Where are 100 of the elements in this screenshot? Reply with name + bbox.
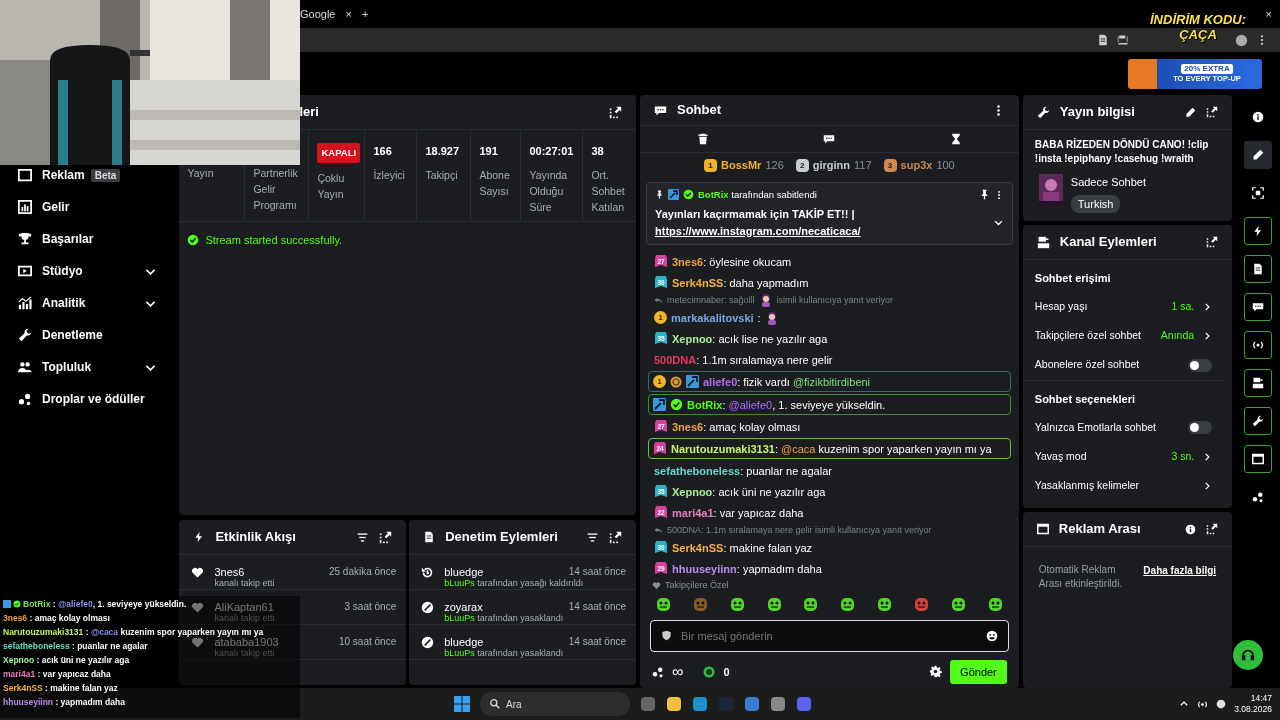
edit-icon[interactable] — [1185, 106, 1197, 118]
category-name[interactable]: Sadece Sohbet — [1070, 174, 1147, 191]
username[interactable]: bluedge — [444, 566, 484, 578]
rail-button[interactable] — [1244, 293, 1273, 321]
chat-icon[interactable] — [823, 133, 836, 146]
moderator-icon — [653, 398, 666, 411]
emote-icon[interactable] — [840, 596, 856, 612]
section-heading: Sohbet erişimi — [1033, 271, 1112, 286]
setting-label[interactable]: Takipçilere özel sohbet — [1034, 328, 1142, 344]
emote-icon[interactable] — [950, 596, 966, 612]
username[interactable]: markakalitovski — [671, 310, 754, 325]
trash-icon[interactable] — [697, 133, 710, 146]
language-tag[interactable]: Turkish — [1070, 194, 1121, 213]
banner-headline: 20% EXTRA — [1181, 63, 1233, 74]
username[interactable]: AliKaptan61 — [214, 601, 274, 613]
rail-button[interactable] — [1244, 255, 1273, 283]
timestamp: 25 dakika önce — [328, 566, 397, 578]
clock-time: 14:47 — [1249, 693, 1272, 704]
window-close-button[interactable]: × — [1265, 5, 1272, 23]
dots-icon — [1252, 491, 1265, 503]
sidebar-item[interactable]: Topluluk — [0, 359, 176, 375]
verified-icon — [683, 189, 694, 201]
expand-icon[interactable] — [609, 530, 622, 544]
expand-icon[interactable] — [1206, 236, 1219, 248]
tab-title[interactable]: Google — [300, 5, 336, 23]
sidebar-item[interactable]: Reklam Beta — [0, 167, 176, 183]
sidebar-item[interactable]: Stüdyo — [0, 263, 176, 279]
profile-icon[interactable] — [1235, 33, 1248, 47]
emote-icon[interactable] — [729, 596, 745, 612]
sidebar-item[interactable]: Başarılar — [0, 231, 176, 247]
setting-label[interactable]: Hesap yaşı — [1034, 299, 1088, 315]
support-button[interactable] — [1233, 640, 1263, 670]
more-info-link[interactable]: Daha fazla bilgi — [1143, 563, 1217, 578]
leaderboard-user[interactable]: girginn — [812, 157, 851, 174]
reply-context: metecimnaber: sağolll — [667, 294, 755, 307]
expand-icon[interactable] — [1206, 523, 1219, 535]
settings-icon[interactable] — [929, 665, 943, 679]
emote-icon[interactable] — [877, 596, 893, 612]
search-field[interactable]: Ara — [480, 692, 630, 716]
emote-icon[interactable] — [656, 596, 671, 612]
tab-close-button[interactable]: × — [345, 5, 352, 23]
rail-button[interactable] — [1244, 331, 1273, 359]
chat-icon — [654, 103, 667, 117]
new-tab-button[interactable]: + — [361, 5, 369, 23]
tray-chevron-icon[interactable] — [1179, 699, 1190, 709]
chat-message: sefatheboneless: puanlar ne agalar — [654, 463, 832, 478]
sidebar-item[interactable]: Gelir — [0, 199, 176, 215]
sidebar-item[interactable]: Droplar ve ödüller — [0, 391, 176, 407]
setting-label[interactable]: Yasaklanmış kelimeler — [1034, 477, 1140, 494]
username[interactable]: 3nes6 — [214, 566, 245, 578]
rail-button[interactable] — [1244, 369, 1273, 397]
reply-context: isimli kullanıcıya yanıt veriyor — [776, 294, 894, 307]
rail-button[interactable] — [1244, 445, 1273, 473]
panel-title: Kanal Eylemleri — [1059, 233, 1158, 252]
filter-icon[interactable] — [586, 530, 599, 544]
overlay-chat-line: Narutouzumaki3131 : @caca kuzenim spor yaparken yayın mı ya — [3, 627, 264, 637]
emote-icon[interactable] — [803, 596, 819, 612]
start-icon[interactable] — [454, 696, 470, 712]
sidebar-item[interactable]: Denetleme — [0, 327, 176, 343]
emote-icon[interactable] — [766, 596, 782, 612]
emote-icon[interactable] — [914, 596, 929, 612]
filter-icon[interactable] — [356, 530, 370, 544]
ban-icon — [421, 636, 435, 649]
expand-icon[interactable] — [379, 530, 393, 544]
leaderboard-user[interactable]: sup3x — [900, 157, 933, 174]
ad-break-text: Otomatik Reklam Arası etkinleştirildi. — [1038, 563, 1124, 591]
hourglass-icon[interactable] — [949, 133, 962, 146]
rail-button[interactable] — [1244, 141, 1273, 169]
section-heading: Sohbet seçenekleri — [1033, 391, 1137, 407]
score: 126 — [765, 158, 784, 174]
toggle-switch[interactable] — [1188, 358, 1213, 372]
panel-title: Yayın bilgisi — [1059, 103, 1136, 122]
emoji-icon[interactable] — [985, 629, 998, 642]
shield-icon[interactable] — [661, 629, 672, 641]
activity-text: kanalı takip etti — [214, 648, 275, 658]
info-icon[interactable] — [1185, 523, 1197, 535]
rail-button[interactable] — [1244, 407, 1273, 435]
setting-label[interactable]: Yavaş mod — [1034, 448, 1087, 465]
message-input[interactable]: Bir mesaj gönderin — [650, 619, 1009, 652]
send-button[interactable]: Gönder — [950, 659, 1007, 684]
chat-message: Serk4nSS: makine falan yaz — [672, 540, 813, 555]
toggle-switch[interactable] — [1188, 421, 1213, 434]
panel-title: Etkinlik Akışı — [215, 528, 297, 547]
chat-message: 500DNA: 1.1m sıralamaya nere gelir — [654, 352, 833, 367]
username[interactable]: bluedge — [444, 636, 484, 648]
emote-icon[interactable] — [987, 596, 1003, 612]
sidebar-label: Stüdyo — [42, 263, 84, 280]
leaderboard-user[interactable]: BossMr — [721, 157, 762, 174]
stat-label: Partnerlik Gelir Programı — [253, 166, 299, 213]
instagram-link[interactable]: https://www.instagram.com/necaticaca/ — [655, 224, 861, 237]
username[interactable]: zoyarax — [444, 601, 483, 613]
rail-button[interactable] — [1244, 217, 1273, 245]
reading-view-icon[interactable] — [1097, 34, 1109, 46]
pinned-note: BotRix tarafından sabitlendi — [698, 187, 817, 202]
expand-icon[interactable] — [609, 105, 622, 119]
expand-icon[interactable] — [1206, 106, 1219, 118]
overlay-chat-line: BotRix : @aliefe0, 1. seviyeye yükseldin. — [23, 599, 187, 609]
username[interactable]: atababa1903 — [214, 636, 279, 648]
sidebar-item[interactable]: Analitik — [0, 295, 176, 311]
chat-message: Narutouzumaki3131: @caca kuzenim spor yaparken yayın mı ya — [671, 441, 992, 456]
